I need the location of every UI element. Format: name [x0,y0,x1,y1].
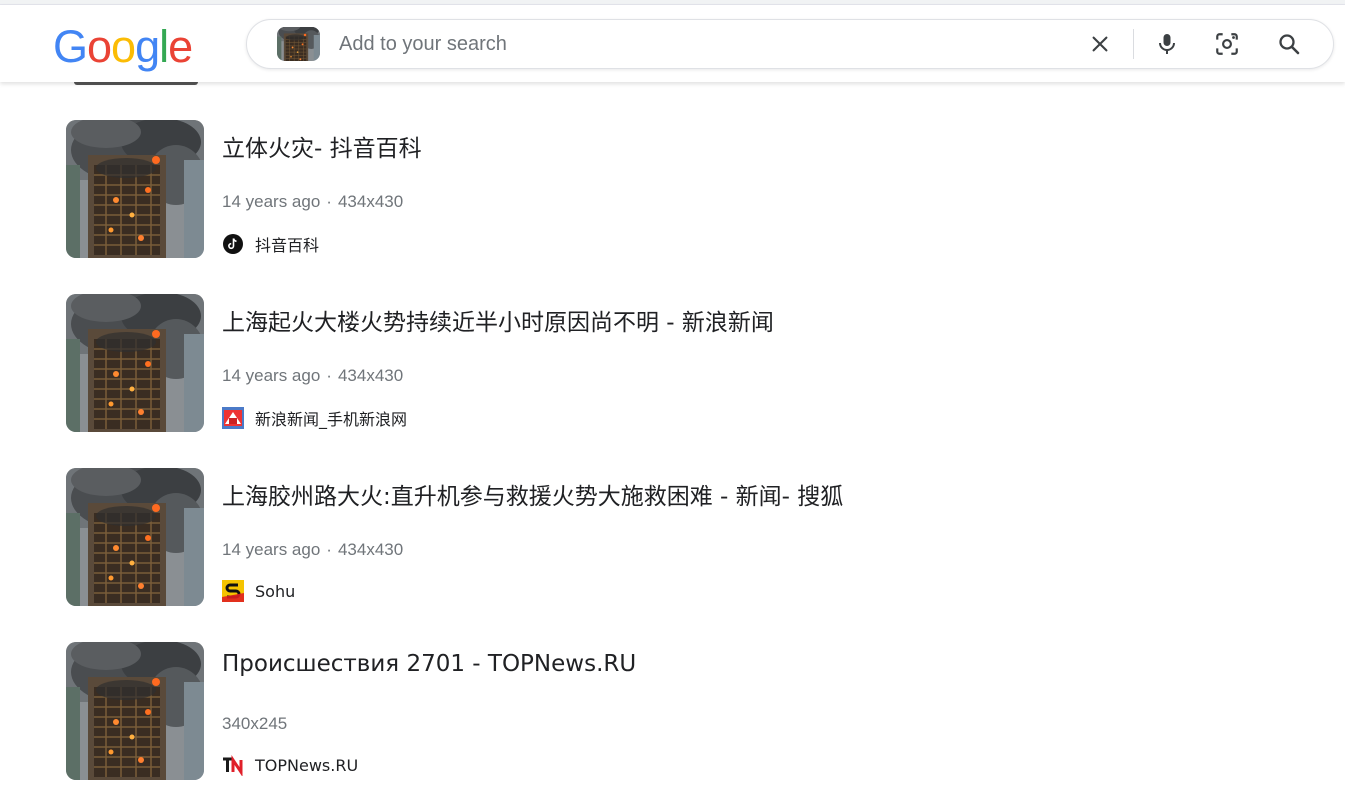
divider [1133,29,1134,59]
result-thumbnail[interactable] [66,120,204,258]
result-age: 14 years ago [222,540,321,559]
result-title[interactable]: 上海起火大楼火势持续近半小时原因尚不明 - 新浪新闻 [222,303,774,337]
lens-search-button[interactable] [1211,28,1243,60]
result-source[interactable]: 新浪新闻_手机新浪网 [222,406,407,430]
logo-letter: e [168,21,193,72]
search-box [246,19,1334,69]
result-source-name: 抖音百科 [255,236,320,255]
logo-letter: o [111,21,136,72]
lens-icon [1216,33,1238,55]
header: Google [0,5,1345,82]
meta-separator: · [326,366,332,385]
clear-button[interactable] [1084,28,1116,60]
result-age: 14 years ago [222,192,321,211]
logo-letter: o [87,21,112,72]
result-title[interactable]: 立体火灾- 抖音百科 [222,129,422,163]
search-button[interactable] [1273,28,1305,60]
logo-letter: G [53,21,88,72]
result-source-name: 新浪新闻_手机新浪网 [255,410,408,429]
result-age: 14 years ago [222,366,321,385]
previous-result-thumbnail-edge [74,82,198,85]
result-source-name: Sohu [255,581,296,601]
result-source[interactable]: TOPNews.RU [222,754,358,776]
result-meta: 14 years ago · 434x430 [222,366,403,386]
result-meta: 340x245 [222,714,287,734]
meta-separator: · [326,192,332,211]
result-thumbnail[interactable] [66,294,204,432]
result-item: 上海起火大楼火势持续近半小时原因尚不明 - 新浪新闻 14 years ago ·… [0,294,1345,434]
result-item: Происшествия 2701 - TOPNews.RU 340x245 T… [0,642,1345,782]
google-logo[interactable]: Google [53,21,193,72]
result-thumbnail[interactable] [66,468,204,606]
search-icon [1279,34,1300,55]
result-thumbnail[interactable] [66,642,204,780]
result-title[interactable]: Происшествия 2701 - TOPNews.RU [222,651,636,677]
result-size: 434x430 [337,540,404,559]
query-image-thumbnail[interactable] [277,27,320,61]
topnews-icon [222,754,244,776]
search-input[interactable] [337,28,1061,60]
result-item: 上海胶州路大火:直升机参与救援火势大施救困难 - 新闻- 搜狐 14 years… [0,468,1345,608]
result-title[interactable]: 上海胶州路大火:直升机参与救援火势大施救困难 - 新闻- 搜狐 [222,477,843,511]
tiktok-icon [222,233,244,255]
result-source[interactable]: Sohu [222,580,295,602]
result-source-name: TOPNews.RU [255,755,359,775]
logo-letter: l [159,21,169,72]
voice-search-button[interactable] [1151,28,1183,60]
result-size: 434x430 [337,366,404,385]
result-meta: 14 years ago · 434x430 [222,540,403,560]
result-meta: 14 years ago · 434x430 [222,192,403,212]
result-source[interactable]: 抖音百科 [222,232,319,256]
meta-separator: · [326,540,332,559]
close-icon [1092,36,1108,52]
result-size: 434x430 [337,192,404,211]
logo-letter: g [135,21,160,72]
microphone-icon [1159,34,1175,54]
result-item: 立体火灾- 抖音百科 14 years ago · 434x430 抖音百科 [0,120,1345,260]
result-size: 340x245 [222,714,288,733]
sohu-icon [222,580,244,602]
sina-icon [222,407,244,429]
